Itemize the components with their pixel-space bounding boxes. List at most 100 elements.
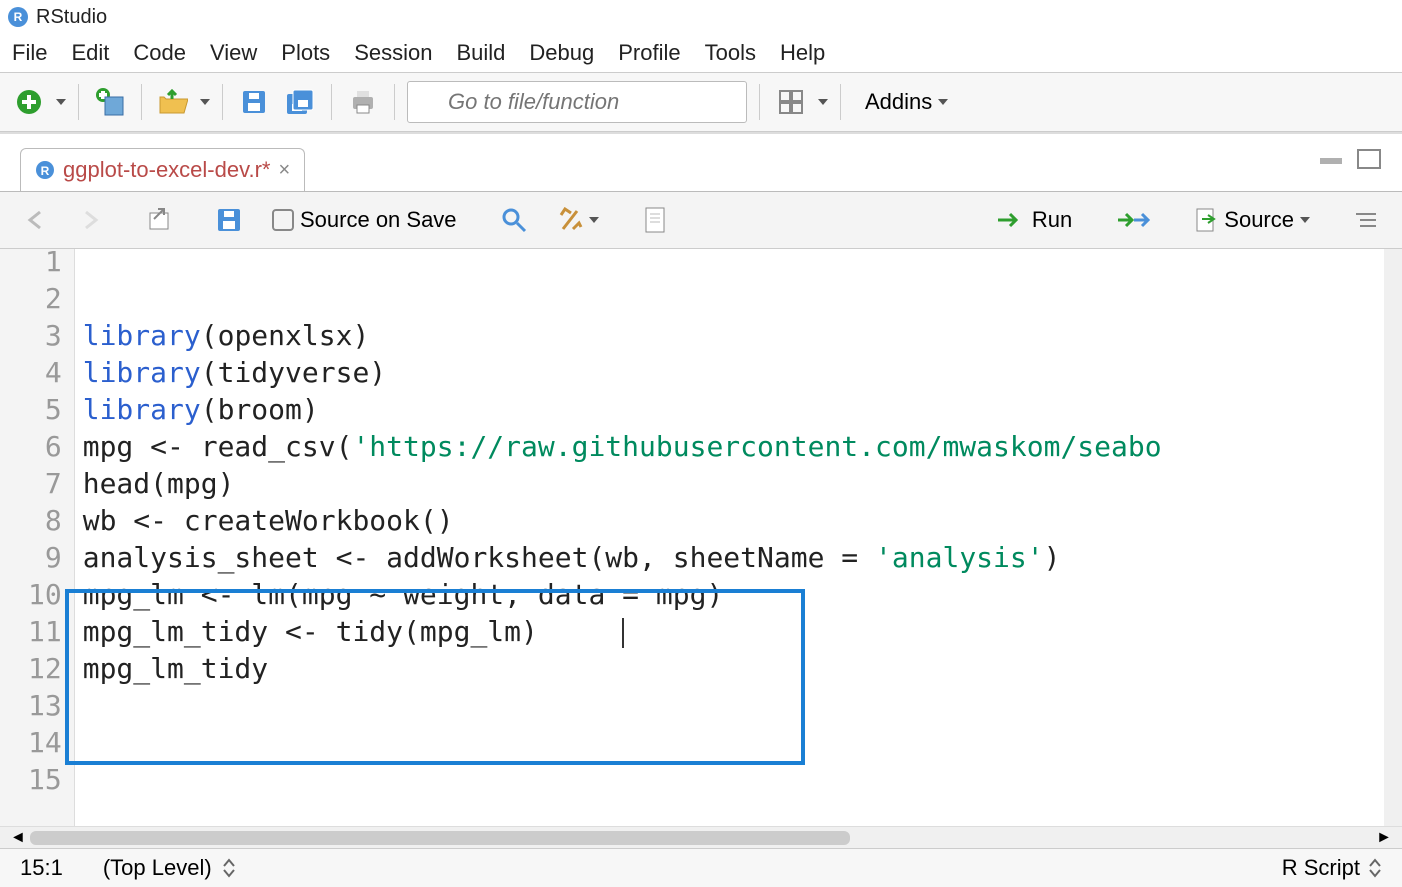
line-number: 4 <box>28 354 62 391</box>
window-title: RStudio <box>36 6 107 29</box>
line-number: 2 <box>28 280 62 317</box>
hscroll-thumb[interactable] <box>30 831 850 845</box>
outline-button[interactable] <box>1346 206 1386 234</box>
line-number: 10 <box>28 576 62 613</box>
addins-caret-icon <box>938 99 948 105</box>
line-number: 14 <box>28 724 62 761</box>
maximize-pane-icon[interactable] <box>1356 148 1382 170</box>
new-project-button[interactable] <box>91 83 129 121</box>
open-file-button[interactable] <box>154 83 192 121</box>
line-number: 3 <box>28 317 62 354</box>
scope-updown-icon <box>222 858 236 878</box>
menu-edit[interactable]: Edit <box>71 40 109 66</box>
menu-build[interactable]: Build <box>456 40 505 66</box>
menu-profile[interactable]: Profile <box>618 40 680 66</box>
hscroll-right-icon[interactable]: ► <box>1376 829 1392 847</box>
r-file-icon: R <box>35 160 55 180</box>
editor-toolbar: Source on Save Run Source <box>0 191 1402 249</box>
code-line[interactable]: mpg_lm_tidy <box>83 650 1376 687</box>
tab-close-button[interactable]: × <box>278 159 290 182</box>
save-all-button[interactable] <box>281 83 319 121</box>
code-line[interactable]: head(mpg) <box>83 465 1376 502</box>
run-button[interactable]: Run <box>988 203 1080 237</box>
run-label: Run <box>1032 207 1072 233</box>
code-line[interactable]: analysis_sheet <- addWorksheet(wb, sheet… <box>83 539 1376 576</box>
rstudio-logo-icon: R <box>8 7 28 27</box>
panes-dropdown-icon[interactable] <box>818 99 828 105</box>
horizontal-scrollbar[interactable]: ◄ ► <box>0 826 1402 848</box>
editor-panel: R ggplot-to-excel-dev.r* × Source on Sav… <box>0 132 1402 887</box>
hscroll-left-icon[interactable]: ◄ <box>10 829 26 847</box>
save-current-button[interactable] <box>208 203 250 237</box>
line-number: 9 <box>28 539 62 576</box>
source-on-save-checkbox[interactable]: Source on Save <box>264 203 465 237</box>
new-file-dropdown-icon[interactable] <box>56 99 66 105</box>
goto-file-input[interactable] <box>407 81 747 123</box>
cursor-position: 15:1 <box>20 855 63 881</box>
code-line[interactable]: mpg_lm <- lm(mpg ~ weight, data = mpg) <box>83 576 1376 613</box>
line-number: 13 <box>28 687 62 724</box>
titlebar: R RStudio <box>0 0 1402 34</box>
tab-active[interactable]: R ggplot-to-excel-dev.r* × <box>20 148 305 191</box>
code-tools-button[interactable] <box>549 203 607 237</box>
editor-tabs: R ggplot-to-excel-dev.r* × <box>0 134 1402 191</box>
menubar: File Edit Code View Plots Session Build … <box>0 34 1402 72</box>
code-tools-caret-icon <box>589 217 599 223</box>
addins-label: Addins <box>865 89 932 115</box>
code-line[interactable]: library(broom) <box>83 391 1376 428</box>
new-file-button[interactable] <box>10 83 48 121</box>
line-gutter: 123456789101112131415 <box>0 249 75 826</box>
line-number: 12 <box>28 650 62 687</box>
minimize-pane-icon[interactable] <box>1318 148 1344 166</box>
line-number: 1 <box>28 249 62 280</box>
menu-session[interactable]: Session <box>354 40 432 66</box>
menu-code[interactable]: Code <box>133 40 186 66</box>
vertical-scrollbar[interactable] <box>1384 249 1402 826</box>
code-line[interactable]: library(openxlsx) <box>83 317 1376 354</box>
main-toolbar: Addins <box>0 72 1402 132</box>
menu-debug[interactable]: Debug <box>529 40 594 66</box>
line-number: 7 <box>28 465 62 502</box>
line-number: 8 <box>28 502 62 539</box>
source-on-save-label: Source on Save <box>300 207 457 233</box>
source-button[interactable]: Source <box>1186 203 1318 237</box>
lang-updown-icon <box>1368 858 1382 878</box>
code-line[interactable]: mpg <- read_csv('https://raw.githubuserc… <box>83 428 1376 465</box>
code-line[interactable]: wb <- createWorkbook() <box>83 502 1376 539</box>
show-in-new-window-button[interactable] <box>138 203 180 237</box>
editor-tab-controls <box>1318 148 1382 170</box>
addins-dropdown[interactable]: Addins <box>853 83 960 121</box>
nav-back-button[interactable] <box>16 206 56 234</box>
code-editor[interactable]: 123456789101112131415 library(openxlsx)l… <box>0 249 1402 826</box>
source-caret-icon <box>1300 217 1310 223</box>
compile-report-button[interactable] <box>635 202 675 238</box>
menu-help[interactable]: Help <box>780 40 825 66</box>
menu-file[interactable]: File <box>12 40 47 66</box>
save-button[interactable] <box>235 83 273 121</box>
line-number: 15 <box>28 761 62 798</box>
svg-text:R: R <box>41 164 50 178</box>
source-label: Source <box>1224 207 1294 233</box>
scope-label: (Top Level) <box>103 855 212 881</box>
goto-file-wrap <box>407 81 747 123</box>
code-line[interactable]: library(tidyverse) <box>83 354 1376 391</box>
code-lines[interactable]: library(openxlsx)library(tidyverse)libra… <box>75 249 1384 826</box>
tab-title: ggplot-to-excel-dev.r* <box>63 157 270 183</box>
menu-view[interactable]: View <box>210 40 257 66</box>
menu-tools[interactable]: Tools <box>705 40 756 66</box>
workspace-panes-button[interactable] <box>772 83 810 121</box>
statusbar: 15:1 (Top Level) R Script <box>0 848 1402 887</box>
line-number: 11 <box>28 613 62 650</box>
open-file-dropdown-icon[interactable] <box>200 99 210 105</box>
nav-forward-button[interactable] <box>70 206 110 234</box>
print-button[interactable] <box>344 83 382 121</box>
code-line[interactable]: mpg_lm_tidy <- tidy(mpg_lm) <box>83 613 1376 650</box>
re-run-button[interactable] <box>1108 206 1158 234</box>
language-selector[interactable]: R Script <box>1282 855 1382 881</box>
scope-selector[interactable]: (Top Level) <box>103 855 236 881</box>
line-number: 6 <box>28 428 62 465</box>
find-replace-button[interactable] <box>493 203 535 237</box>
menu-plots[interactable]: Plots <box>281 40 330 66</box>
line-number: 5 <box>28 391 62 428</box>
checkbox-icon <box>272 209 294 231</box>
